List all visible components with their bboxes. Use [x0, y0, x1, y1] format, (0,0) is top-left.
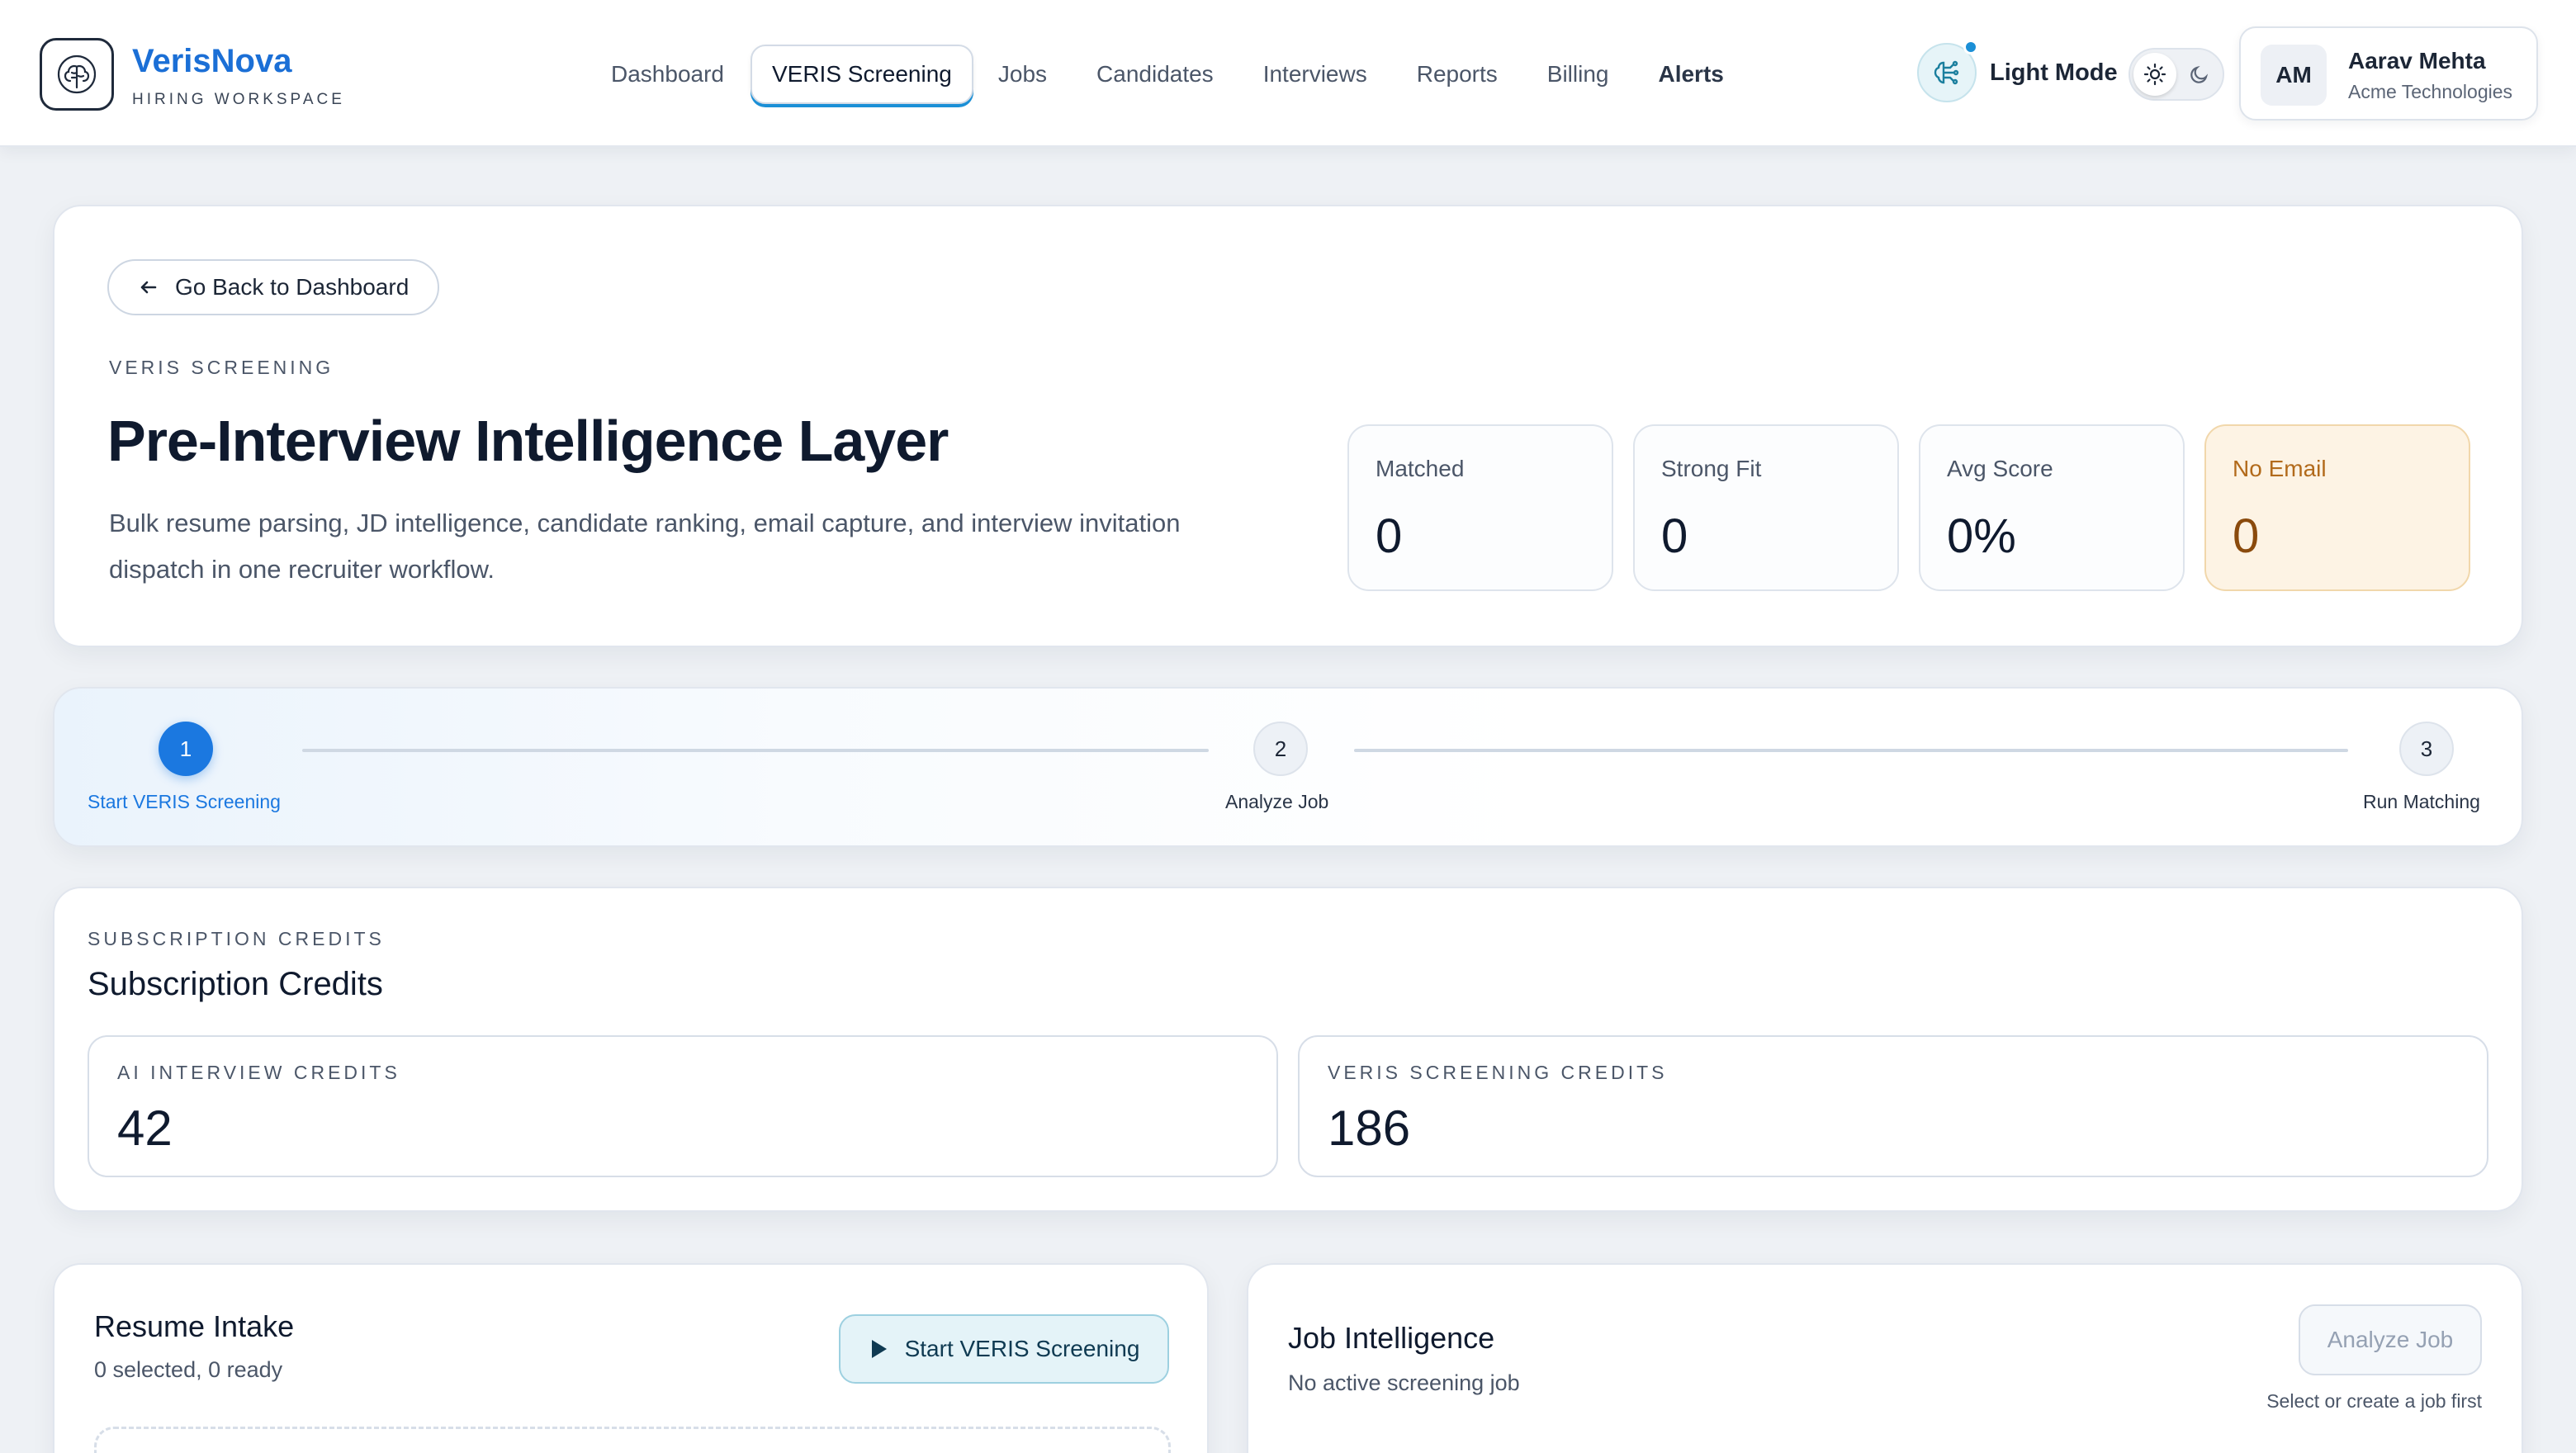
theme-knob [2133, 53, 2176, 96]
back-button-label: Go Back to Dashboard [175, 274, 410, 300]
brand-subtitle: HIRING WORKSPACE [132, 91, 345, 108]
workflow-stepper: 1 Start VERIS Screening 2 Analyze Job 3 … [53, 687, 2523, 847]
stat-strong-fit: Strong Fit 0 [1633, 424, 1899, 591]
stat-value: 0 [2233, 509, 2260, 563]
user-profile-card[interactable]: AM Aarav Mehta Acme Technologies [2239, 26, 2538, 121]
top-navbar: VerisNova HIRING WORKSPACE Dashboard VER… [0, 0, 2576, 147]
brand-name: VerisNova [132, 43, 292, 79]
start-button-label: Start VERIS Screening [904, 1336, 1140, 1361]
credit-label: AI INTERVIEW CREDITS [117, 1062, 400, 1083]
job-intelligence-status: No active screening job [1288, 1370, 1520, 1395]
resume-intake-panel: Resume Intake 0 selected, 0 ready Start … [53, 1263, 1209, 1453]
analyze-job-hint: Select or create a job first [2266, 1390, 2482, 1412]
resume-dropzone[interactable] [94, 1427, 1171, 1453]
job-intelligence-title: Job Intelligence [1288, 1321, 1495, 1355]
notification-dot [1963, 40, 1978, 54]
step-2-label[interactable]: Analyze Job [1225, 791, 1328, 813]
stat-avg-score: Avg Score 0% [1919, 424, 2185, 591]
ai-interview-credits: AI INTERVIEW CREDITS 42 [88, 1035, 1278, 1177]
nav-billing[interactable]: Billing [1547, 61, 1609, 88]
stat-value: 0% [1947, 509, 2016, 563]
step-3-label[interactable]: Run Matching [2363, 791, 2480, 813]
stat-matched: Matched 0 [1347, 424, 1613, 591]
theme-mode-label: Light Mode [1990, 59, 2118, 86]
step-3-indicator[interactable]: 3 [2399, 722, 2454, 776]
stat-label: No Email [2233, 456, 2327, 481]
main-nav: Dashboard VERIS Screening Jobs Candidate… [611, 41, 1773, 107]
brain-circuit-icon [1934, 60, 1959, 85]
arrow-left-icon [140, 281, 157, 294]
nav-reports[interactable]: Reports [1417, 61, 1498, 88]
nav-alerts[interactable]: Alerts [1658, 61, 1723, 88]
credit-label: VERIS SCREENING CREDITS [1328, 1062, 1668, 1083]
resume-intake-status: 0 selected, 0 ready [94, 1357, 283, 1382]
start-veris-screening-button[interactable]: Start VERIS Screening [839, 1314, 1169, 1384]
credits-title: Subscription Credits [88, 966, 383, 1002]
resume-intake-title: Resume Intake [94, 1309, 295, 1343]
step-connector [1354, 749, 2348, 752]
avatar: AM [2261, 45, 2327, 106]
nav-veris-screening[interactable]: VERIS Screening [750, 45, 973, 104]
step-connector [302, 749, 1209, 752]
nav-interviews[interactable]: Interviews [1263, 61, 1367, 88]
hero-card: Go Back to Dashboard VERIS SCREENING Pre… [53, 205, 2523, 647]
analyze-job-button[interactable]: Analyze Job [2299, 1304, 2482, 1375]
theme-toggle[interactable] [2129, 48, 2224, 101]
veris-screening-credits: VERIS SCREENING CREDITS 186 [1298, 1035, 2488, 1177]
moon-icon [2183, 58, 2216, 91]
stat-label: Strong Fit [1661, 456, 1762, 481]
stat-value: 0 [1376, 509, 1403, 563]
sun-icon [2143, 63, 2166, 86]
stat-value: 0 [1661, 509, 1688, 563]
stat-label: Avg Score [1947, 456, 2053, 481]
nav-candidates[interactable]: Candidates [1096, 61, 1214, 88]
page-title: Pre-Interview Intelligence Layer [107, 409, 949, 473]
job-intelligence-panel: Job Intelligence No active screening job… [1247, 1263, 2523, 1453]
back-to-dashboard-button[interactable]: Go Back to Dashboard [107, 259, 439, 315]
brain-icon [57, 54, 97, 94]
user-name: Aarav Mehta [2348, 48, 2486, 73]
stat-label: Matched [1376, 456, 1465, 481]
step-2-indicator[interactable]: 2 [1253, 722, 1308, 776]
step-1-indicator[interactable]: 1 [159, 722, 213, 776]
nav-dashboard[interactable]: Dashboard [611, 61, 724, 88]
stat-no-email: No Email 0 [2204, 424, 2470, 591]
brand-logo[interactable] [40, 38, 114, 111]
credit-value: 186 [1328, 1100, 1411, 1156]
page-description: Bulk resume parsing, JD intelligence, ca… [109, 509, 1181, 584]
hero-eyebrow: VERIS SCREENING [109, 357, 334, 378]
user-organization: Acme Technologies [2348, 81, 2513, 102]
credits-eyebrow: SUBSCRIPTION CREDITS [88, 928, 385, 949]
step-1-label[interactable]: Start VERIS Screening [88, 791, 281, 813]
play-icon [871, 1340, 887, 1358]
credit-value: 42 [117, 1100, 173, 1156]
subscription-credits-card: SUBSCRIPTION CREDITS Subscription Credit… [53, 887, 2523, 1212]
nav-jobs[interactable]: Jobs [998, 61, 1047, 88]
